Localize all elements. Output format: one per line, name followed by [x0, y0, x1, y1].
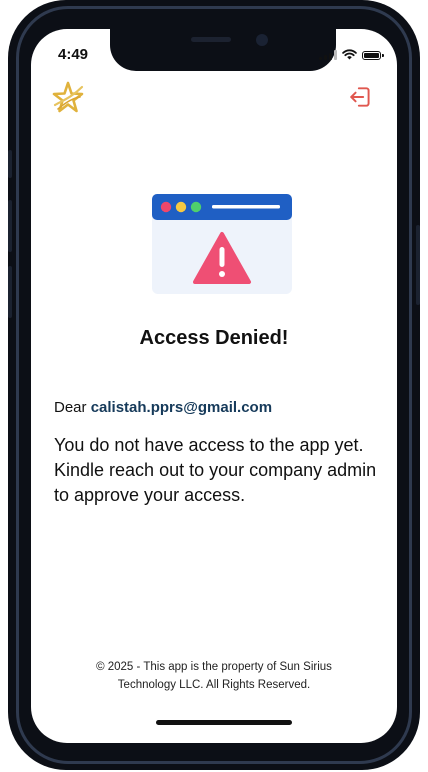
phone-side-button: [8, 150, 12, 178]
status-icons: [319, 49, 384, 60]
battery-icon: [362, 51, 384, 60]
page-title: Access Denied!: [139, 327, 289, 349]
home-indicator[interactable]: [156, 720, 292, 725]
user-email: calistah.pprs@gmail.com: [90, 399, 273, 416]
star-logo-icon: [52, 81, 84, 113]
page: 4:49 Access Denied! Dear calistah.pprs@g…: [0, 0, 428, 772]
app-screen: 4:49 Access Denied! Dear calistah.pprs@g…: [31, 29, 397, 743]
footer: © 2025 - This app is the property of Sun…: [31, 658, 397, 694]
logout-icon[interactable]: [348, 84, 374, 110]
phone-volume-up-button: [8, 200, 12, 252]
footer-line-1: © 2025 - This app is the property of Sun…: [96, 661, 332, 673]
front-camera: [256, 34, 268, 46]
notch: [110, 29, 336, 71]
greeting-prefix: Dear: [54, 399, 87, 416]
status-time: 4:49: [58, 46, 89, 63]
speaker-grille: [191, 37, 231, 42]
footer-line-2: Technology LLC. All Rights Reserved.: [117, 679, 311, 691]
greeting: Dear calistah.pprs@gmail.com: [54, 399, 272, 416]
browser-warning-icon: [152, 194, 292, 294]
phone-volume-down-button: [8, 266, 12, 318]
phone-power-button: [416, 225, 420, 305]
wifi-icon: [342, 49, 357, 60]
access-message: You do not have access to the app yet. K…: [54, 435, 377, 505]
cellular-signal-icon: [319, 50, 337, 60]
